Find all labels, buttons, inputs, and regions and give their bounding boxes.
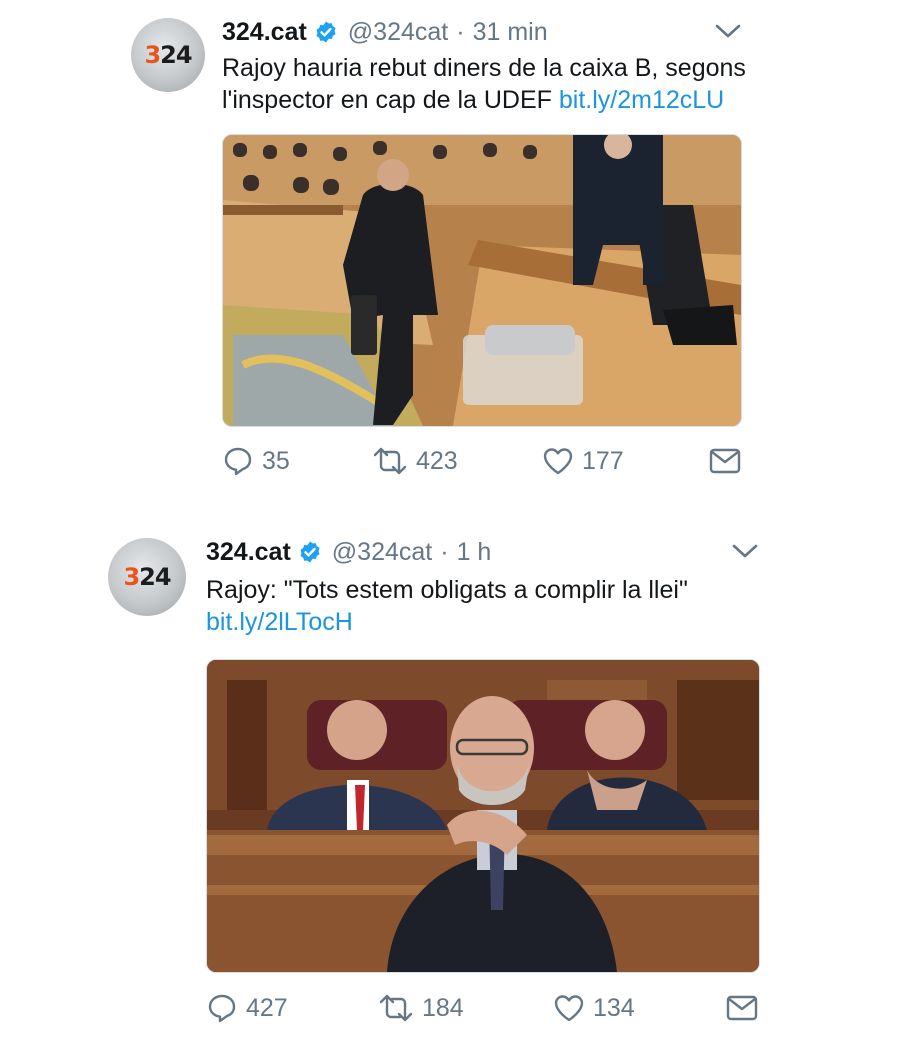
tweet-text-content: l'inspector en cap de la UDEF — [222, 86, 552, 114]
logo-324: 324 — [144, 41, 192, 69]
tweet-text: Rajoy: "Tots estem obligats a complir la… — [206, 574, 806, 638]
like-icon — [543, 448, 573, 475]
retweet-action[interactable]: 423 — [372, 445, 458, 477]
reply-action[interactable]: 427 — [206, 992, 288, 1024]
separator: · — [456, 17, 465, 46]
chevron-down-icon[interactable] — [715, 23, 741, 39]
avatar[interactable]: 324 — [108, 538, 186, 616]
logo-324: 324 — [123, 563, 171, 591]
tweet-header: 324.cat @324cat · 1 h — [206, 536, 491, 568]
reply-count: 427 — [246, 993, 288, 1022]
timestamp[interactable]: 1 h — [457, 538, 492, 567]
retweet-action[interactable]: 184 — [378, 992, 464, 1024]
tweet-link[interactable]: bit.ly/2m12cLU — [559, 86, 724, 114]
retweet-icon — [373, 447, 407, 475]
direct-message-action[interactable] — [709, 447, 741, 475]
like-count: 177 — [582, 446, 624, 475]
tweet-1[interactable]: 324 324.cat @324cat · 31 min Rajoy hauri… — [0, 0, 906, 500]
like-count: 134 — [593, 993, 635, 1022]
avatar[interactable]: 324 — [131, 18, 205, 92]
tweet-image[interactable] — [206, 659, 760, 973]
direct-message-icon — [726, 995, 758, 1021]
reply-icon — [208, 994, 236, 1023]
separator: · — [440, 537, 449, 566]
tweet-text-line: Rajoy: "Tots estem obligats a complir la… — [206, 576, 688, 604]
reply-count: 35 — [262, 446, 290, 475]
retweet-count: 184 — [422, 993, 464, 1022]
reply-action[interactable]: 35 — [222, 445, 290, 477]
tweet-header: 324.cat @324cat · 31 min — [222, 16, 548, 48]
verified-badge-icon — [316, 21, 336, 43]
like-action[interactable]: 134 — [553, 992, 635, 1024]
retweet-icon — [379, 994, 413, 1022]
handle[interactable]: @324cat — [332, 538, 432, 567]
tweet-text: Rajoy hauria rebut diners de la caixa B,… — [222, 52, 782, 116]
timestamp[interactable]: 31 min — [473, 18, 548, 47]
tweet-link[interactable]: bit.ly/2lLTocH — [206, 606, 806, 638]
chevron-down-icon[interactable] — [732, 543, 758, 559]
verified-badge-icon — [300, 541, 320, 563]
direct-message-action[interactable] — [726, 994, 758, 1022]
tweet-text-line: Rajoy hauria rebut diners de la caixa B,… — [222, 54, 746, 82]
congress-speech-photo — [207, 660, 759, 972]
like-icon — [554, 995, 584, 1022]
direct-message-icon — [709, 448, 741, 474]
senate-chamber-photo — [223, 135, 741, 426]
like-action[interactable]: 177 — [542, 445, 624, 477]
display-name[interactable]: 324.cat — [206, 538, 291, 567]
reply-icon — [224, 447, 252, 476]
tweet-2[interactable]: 324 324.cat @324cat · 1 h Rajoy: "Tots e… — [0, 520, 906, 1044]
tweet-image[interactable] — [222, 134, 742, 427]
handle[interactable]: @324cat — [348, 18, 448, 47]
retweet-count: 423 — [416, 446, 458, 475]
display-name[interactable]: 324.cat — [222, 18, 307, 47]
tweet-text-line: l'inspector en cap de la UDEF bit.ly/2m1… — [222, 84, 782, 116]
